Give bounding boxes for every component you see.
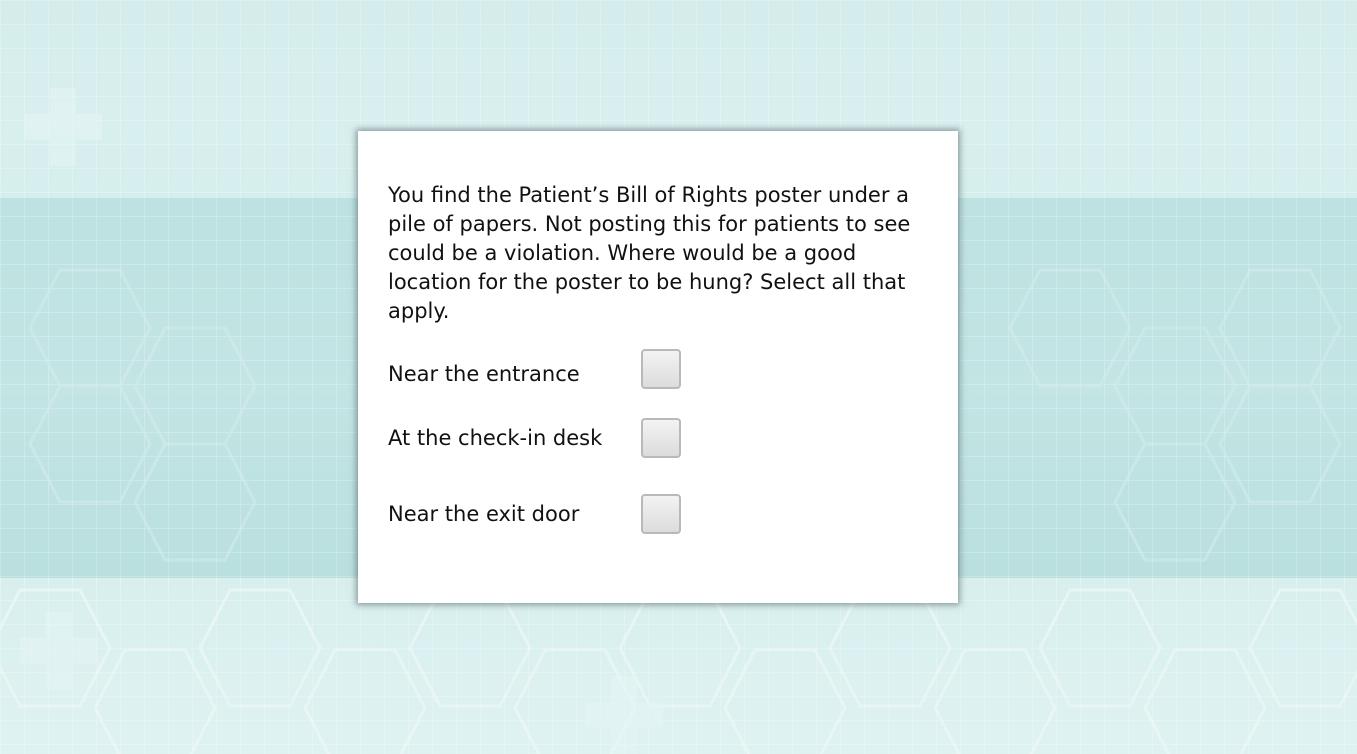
option-label-exit-door: Near the exit door <box>388 502 580 526</box>
medical-cross-decoration <box>24 88 102 166</box>
question-card: You find the Patient’s Bill of Rights po… <box>358 131 958 603</box>
option-label-entrance: Near the entrance <box>388 362 580 386</box>
background-bottom-band <box>0 578 1357 754</box>
option-checkbox-check-in-desk[interactable] <box>641 418 681 458</box>
option-label-check-in-desk: At the check-in desk <box>388 426 603 450</box>
medical-cross-decoration <box>20 612 98 690</box>
option-checkbox-exit-door[interactable] <box>641 494 681 534</box>
question-text: You find the Patient’s Bill of Rights po… <box>388 183 911 323</box>
option-checkbox-entrance[interactable] <box>641 349 681 389</box>
medical-cross-decoration <box>585 676 663 754</box>
